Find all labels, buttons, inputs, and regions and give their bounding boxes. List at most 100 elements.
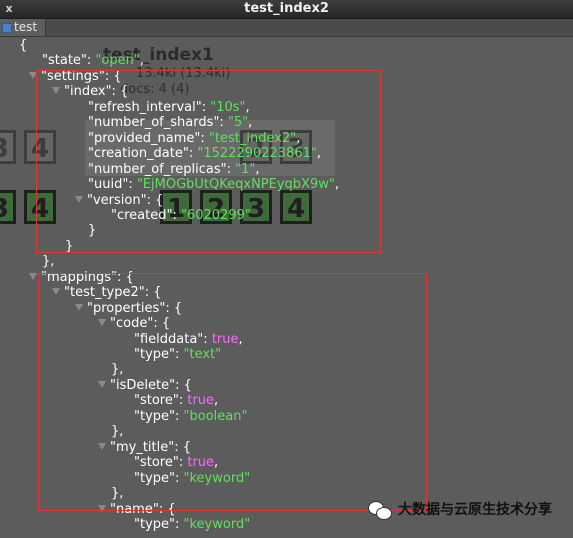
json-punctuation: , [334,177,339,193]
collapse-triangle-icon[interactable] [52,288,60,296]
json-punctuation: : [172,207,181,223]
json-punctuation: , [214,455,219,471]
json-line: "refresh_interval": "10s", [88,100,250,115]
json-line: "store": true, [134,455,218,470]
json-line: }, [111,362,123,377]
json-string-value: "5" [227,115,249,131]
json-punctuation: : { [116,269,134,285]
json-line[interactable]: "test_type2": { [52,285,162,300]
collapse-triangle-icon[interactable] [98,319,106,327]
chat-bubbles-icon [368,499,392,521]
collapse-triangle-icon[interactable] [29,272,37,280]
json-string-value: "1" [235,161,256,177]
json-key: "store" [134,393,179,409]
json-line: "type": "keyword" [134,471,250,486]
json-punctuation: , [248,115,253,131]
json-key: "state" [42,53,87,69]
json-punctuation: : [201,99,211,115]
collapse-triangle-icon[interactable] [29,71,37,79]
json-key: "creation_date" [88,146,189,162]
json-punctuation: } [88,223,97,239]
json-punctuation: , [316,146,321,162]
json-punctuation: : { [158,501,176,517]
json-key: "provided_name" [88,130,201,146]
json-key: "number_of_replicas" [88,161,227,177]
json-line[interactable]: "name": { [98,502,176,517]
json-key: "properties" [87,300,166,316]
json-key: "my_title" [110,439,175,455]
json-punctuation: , [245,99,250,115]
json-key: "refresh_interval" [88,99,202,115]
collapse-triangle-icon[interactable] [98,380,106,388]
json-line: } [65,239,73,254]
json-line: "store": true, [134,393,218,408]
json-line: }, [111,424,123,439]
json-string-value: "text" [183,347,222,362]
json-punctuation: }, [111,424,124,440]
json-line: }, [111,486,123,501]
json-key: "version" [87,192,147,208]
json-punctuation: : { [104,68,122,84]
json-key: "store" [134,455,179,471]
json-line: } [88,223,96,238]
json-key: "uuid" [88,177,129,193]
json-line: "type": "boolean" [134,409,247,424]
json-key: "fielddata" [134,331,204,347]
json-line: "type": "keyword" [134,517,250,532]
json-line[interactable]: "properties": { [75,301,182,316]
json-boolean-value: true [187,455,215,471]
json-line: "creation_date": "1522290223861", [88,146,321,161]
json-line: "uuid": "EjMOGbUtQKeqxNPEyqbX9w", [88,177,339,192]
json-punctuation: , [139,53,144,69]
json-punctuation: : { [165,300,183,316]
json-line: "created": "6020299" [111,208,251,223]
json-key: "code" [110,316,154,332]
json-line[interactable]: "isDelete": { [98,378,192,393]
json-punctuation: : [175,516,184,532]
json-key: "type" [134,470,175,486]
json-punctuation: : [200,130,209,146]
json-punctuation: , [296,130,301,146]
json-line: }, [42,254,54,269]
collapse-triangle-icon[interactable] [75,195,83,203]
json-punctuation: : { [144,285,162,301]
json-punctuation: : { [111,84,129,100]
json-line: { [19,38,27,53]
json-punctuation: : { [146,192,164,208]
json-punctuation: }, [42,254,55,270]
json-string-value: "keyword" [183,516,251,532]
collapse-triangle-icon[interactable] [98,442,106,450]
json-line[interactable]: "settings": { [29,69,122,84]
json-punctuation: : { [175,377,192,393]
json-punctuation: }, [111,486,124,502]
json-key: "mappings" [41,269,117,285]
collapse-triangle-icon[interactable] [75,303,83,311]
json-line[interactable]: "index": { [52,84,128,99]
json-punctuation: : { [153,316,171,332]
json-line: "provided_name": "test_index2", [88,131,300,146]
json-string-value: "6020299" [181,207,251,223]
collapse-triangle-icon[interactable] [98,504,106,512]
json-punctuation: : [128,177,137,193]
json-string-value: "test_index2" [208,130,297,146]
json-punctuation: : [175,470,184,486]
json-boolean-value: true [187,393,215,409]
json-punctuation: : { [174,439,192,455]
json-key: "isDelete" [110,377,176,393]
json-line[interactable]: "code": { [98,316,170,331]
json-line: "number_of_replicas": "1", [88,162,260,177]
json-line[interactable]: "my_title": { [98,440,191,455]
json-punctuation: : [219,115,228,131]
json-line[interactable]: "mappings": { [29,270,134,285]
json-key: "number_of_shards" [88,115,220,131]
json-string-value: "boolean" [183,408,248,424]
json-key: "name" [110,501,159,517]
json-punctuation: }, [111,362,124,378]
json-key: "type" [134,516,175,532]
json-line: "state": "open", [42,53,144,68]
json-key: "type" [134,408,175,424]
json-punctuation: { [19,38,28,53]
json-boolean-value: true [211,331,239,347]
json-line[interactable]: "version": { [75,193,163,208]
collapse-triangle-icon[interactable] [52,87,60,95]
